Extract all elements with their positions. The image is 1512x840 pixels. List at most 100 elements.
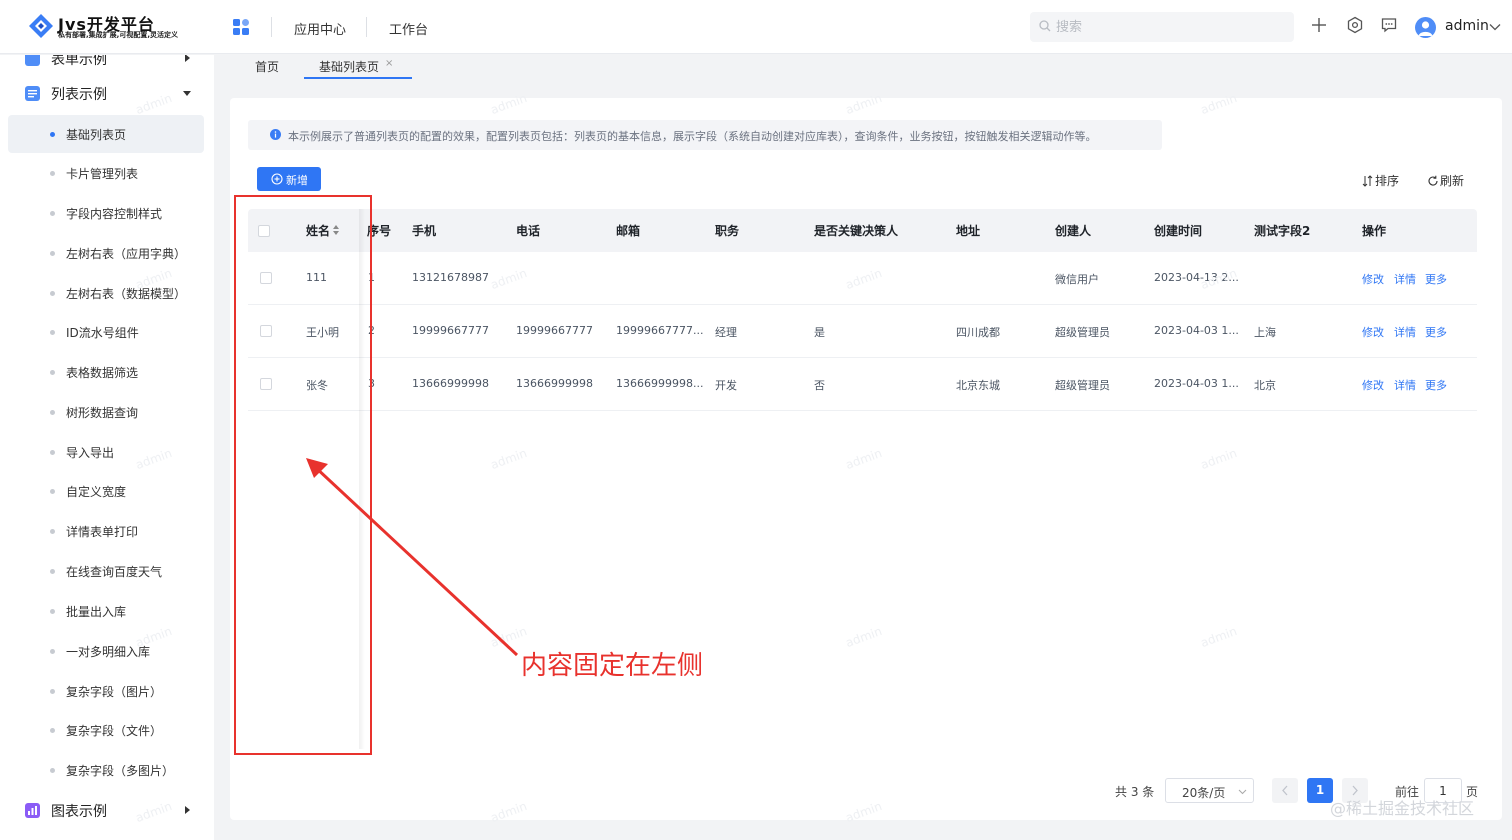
divider <box>366 17 367 37</box>
sidebar-item-one-to-many[interactable]: 一对多明细入库 <box>8 632 204 670</box>
bullet <box>50 529 55 534</box>
bullet <box>50 410 55 415</box>
more-link[interactable]: 更多 <box>1425 377 1447 393</box>
settings-icon[interactable] <box>1346 16 1364 34</box>
sidebar-item-label: 复杂字段（图片） <box>66 685 163 699</box>
cell-title: 经理 <box>715 326 737 339</box>
refresh-icon <box>1428 175 1438 186</box>
sort-icon <box>1362 175 1373 187</box>
cell-creator: 超级管理员 <box>1055 326 1110 339</box>
column-header-created: 创建时间 <box>1154 224 1203 238</box>
cell-key-decision: 是 <box>814 326 825 339</box>
sidebar-item-card-list[interactable]: 卡片管理列表 <box>8 154 204 192</box>
detail-link[interactable]: 详情 <box>1394 324 1416 340</box>
bullet <box>50 609 55 614</box>
close-icon[interactable]: × <box>385 58 393 69</box>
sidebar-item-field-style[interactable]: 字段内容控制样式 <box>8 194 204 232</box>
chevron-down-icon <box>1238 789 1247 795</box>
new-button[interactable]: 新增 <box>257 167 321 191</box>
cell-title: 开发 <box>715 379 737 392</box>
sidebar-item-complex-image[interactable]: 复杂字段（图片） <box>8 672 204 710</box>
sidebar-item-label: 批量出入库 <box>66 605 127 619</box>
search-icon <box>1039 20 1051 32</box>
edit-link[interactable]: 修改 <box>1362 271 1384 287</box>
sidebar-item-tree-table-dict[interactable]: 左树右表（应用字典） <box>8 234 204 272</box>
sidebar-item-label: 树形数据查询 <box>66 406 139 420</box>
sort-button[interactable]: 排序 <box>1362 172 1399 189</box>
chevron-left-icon <box>1282 785 1288 796</box>
sidebar-item-table-filter[interactable]: 表格数据筛选 <box>8 353 204 391</box>
prev-page-button[interactable] <box>1272 778 1298 803</box>
tab-home[interactable]: 首页 <box>255 58 279 75</box>
sidebar-item-tree-query[interactable]: 树形数据查询 <box>8 393 204 431</box>
cell-phone: 19999667777 <box>516 324 593 337</box>
chevron-down-icon[interactable] <box>1488 20 1502 34</box>
bullet <box>50 211 55 216</box>
sidebar-item-label: 导入导出 <box>66 446 115 460</box>
sidebar-item-complex-multi-image[interactable]: 复杂字段（多图片） <box>8 751 204 789</box>
cell-test2: 上海 <box>1254 326 1276 339</box>
sidebar-item-tree-table-model[interactable]: 左树右表（数据模型） <box>8 274 204 312</box>
chart-icon <box>25 803 40 818</box>
user-avatar-icon[interactable] <box>1415 17 1436 38</box>
logo[interactable]: Jvs开发平台 私有部署,集成扩展,可视配置,灵活定义 <box>28 11 188 43</box>
divider <box>271 17 272 37</box>
tab-basic-list[interactable]: 基础列表页 <box>319 58 379 75</box>
sidebar-item-weather[interactable]: 在线查询百度天气 <box>8 552 204 590</box>
more-link[interactable]: 更多 <box>1425 271 1447 287</box>
column-header-email: 邮箱 <box>616 224 641 238</box>
sidebar-item-label: ID流水号组件 <box>66 326 139 340</box>
bullet <box>50 450 55 455</box>
pagination-total: 共 3 条 <box>1115 785 1155 799</box>
cell-mobile: 13666999998 <box>412 377 489 390</box>
message-icon[interactable] <box>1380 16 1398 34</box>
refresh-label: 刷新 <box>1440 174 1465 188</box>
sidebar-item-complex-file[interactable]: 复杂字段（文件） <box>8 711 204 749</box>
username[interactable]: admin <box>1445 18 1489 34</box>
sidebar-item-detail-print[interactable]: 详情表单打印 <box>8 512 204 550</box>
search-input[interactable] <box>1056 17 1286 37</box>
detail-link[interactable]: 详情 <box>1394 377 1416 393</box>
cell-address: 四川成都 <box>956 326 1000 339</box>
active-tab-indicator <box>304 77 412 79</box>
cell-creator: 微信用户 <box>1055 273 1099 286</box>
column-header-phone: 电话 <box>516 224 541 238</box>
column-header-actions: 操作 <box>1362 224 1387 238</box>
detail-link[interactable]: 详情 <box>1394 271 1416 287</box>
refresh-button[interactable]: 刷新 <box>1427 172 1464 189</box>
edit-link[interactable]: 修改 <box>1362 377 1384 393</box>
edit-link[interactable]: 修改 <box>1362 324 1384 340</box>
sidebar-group-label: 表单示例 <box>51 55 107 68</box>
info-icon <box>270 129 281 140</box>
sidebar-item-batch-stock[interactable]: 批量出入库 <box>8 592 204 630</box>
column-header-address: 地址 <box>956 224 981 238</box>
bullet <box>50 649 55 654</box>
sidebar-group-chart[interactable]: 图表示例 <box>0 791 214 831</box>
apps-grid-icon[interactable] <box>233 19 249 35</box>
sidebar-item-label: 左树右表（应用字典） <box>66 247 187 261</box>
more-link[interactable]: 更多 <box>1425 324 1447 340</box>
sidebar-item-label: 基础列表页 <box>66 128 127 142</box>
cell-creator: 超级管理员 <box>1055 379 1110 392</box>
bullet <box>50 251 55 256</box>
sidebar-item-basic-list[interactable]: 基础列表页 <box>8 115 204 153</box>
bullet <box>50 768 55 773</box>
page-size-select[interactable]: 20条/页 <box>1165 778 1254 803</box>
sidebar-item-import-export[interactable]: 导入导出 <box>8 433 204 471</box>
sidebar-item-id-serial[interactable]: ID流水号组件 <box>8 313 204 351</box>
sidebar-item-custom-width[interactable]: 自定义宽度 <box>8 472 204 510</box>
cell-key-decision: 否 <box>814 379 825 392</box>
logo-subtitle: 私有部署,集成扩展,可视配置,灵活定义 <box>58 31 178 39</box>
plus-circle-icon <box>271 173 283 185</box>
nav-app-center[interactable]: 应用中心 <box>294 19 346 38</box>
bullet <box>50 132 55 137</box>
caret-right-icon <box>185 55 190 62</box>
bullet <box>50 569 55 574</box>
sidebar-group-list[interactable]: 列表示例 <box>0 74 214 114</box>
cell-email: 13666999998... <box>616 377 704 390</box>
plus-icon[interactable] <box>1310 16 1328 34</box>
nav-workbench[interactable]: 工作台 <box>389 19 428 38</box>
column-header-title: 职务 <box>715 224 740 238</box>
search-box[interactable] <box>1030 12 1294 42</box>
new-button-label: 新增 <box>286 174 308 187</box>
